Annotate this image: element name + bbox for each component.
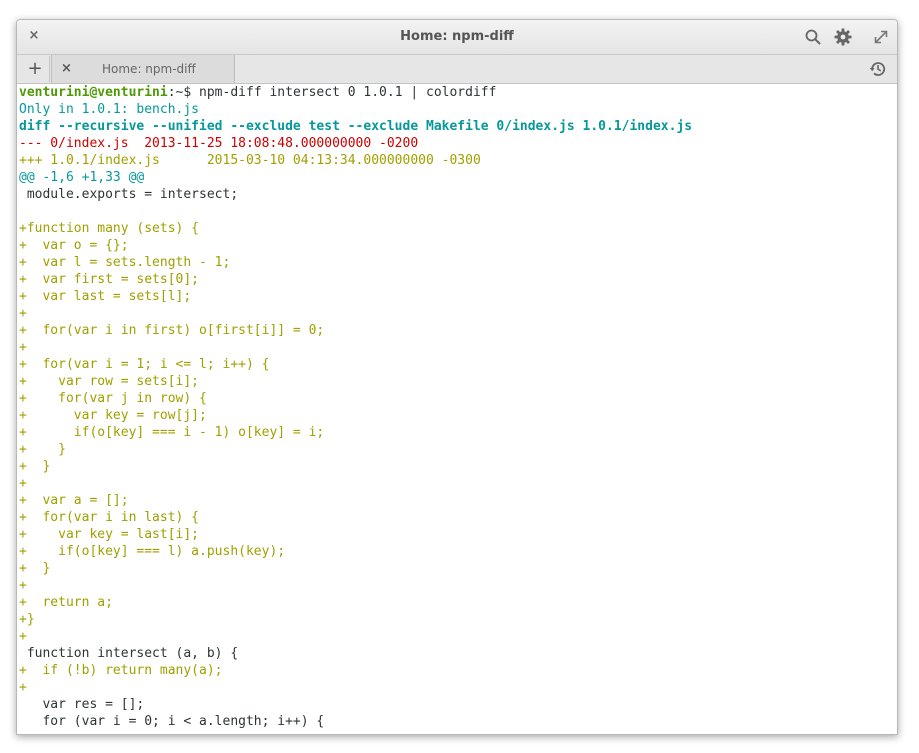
plus-icon: + xyxy=(27,58,43,79)
terminal-line: + if(o[key] === i - 1) o[key] = i; xyxy=(19,425,325,440)
terminal-line: + var row = sets[i]; xyxy=(19,374,200,389)
terminal-line: + for(var j in row) { xyxy=(19,391,207,406)
terminal-line: + var key = last[i]; xyxy=(19,527,200,542)
terminal-line: + xyxy=(19,340,27,355)
terminal-line: module.exports = intersect; xyxy=(19,187,239,202)
terminal-line: + return a; xyxy=(19,595,113,610)
terminal-line: @@ -1,6 +1,33 @@ xyxy=(19,170,145,185)
command-text: npm-diff intersect 0 1.0.1 | colordiff xyxy=(199,85,497,100)
tab-close-icon[interactable]: × xyxy=(61,61,72,76)
maximize-icon[interactable] xyxy=(872,28,890,46)
terminal-line: function intersect (a, b) { xyxy=(19,646,239,661)
terminal-line: diff --recursive --unified --exclude tes… xyxy=(19,119,693,134)
title-bar: × Home: npm-diff xyxy=(17,20,897,55)
terminal-window: × Home: npm-diff + × Home: npm-diff vent… xyxy=(16,19,898,735)
tab-bar: + × Home: npm-diff xyxy=(17,55,897,84)
terminal-line: + } xyxy=(19,442,66,457)
window-title: Home: npm-diff xyxy=(400,29,514,44)
gear-icon[interactable] xyxy=(834,28,852,46)
terminal-line: + for(var i in last) { xyxy=(19,510,200,525)
terminal-line: var res = []; xyxy=(19,697,145,712)
terminal-line: + var key = row[j]; xyxy=(19,408,207,423)
terminal-line: +function many (sets) { xyxy=(19,221,200,236)
terminal-line: + for(var i in first) o[first[i]] = 0; xyxy=(19,323,325,338)
terminal-line: + xyxy=(19,680,27,695)
terminal-line: --- 0/index.js 2013-11-25 18:08:48.00000… xyxy=(19,136,419,151)
terminal-line: +} xyxy=(19,612,35,627)
terminal-line: + } xyxy=(19,561,51,576)
prompt-path: :~$ xyxy=(167,85,200,100)
search-icon[interactable] xyxy=(804,28,822,46)
terminal-line: + var last = sets[l]; xyxy=(19,289,192,304)
terminal-line: + xyxy=(19,306,27,321)
terminal-line: + var o = {}; xyxy=(19,238,129,253)
terminal-output[interactable]: venturini@venturini:~$ npm-diff intersec… xyxy=(19,84,895,734)
terminal-line: for (var i = 0; i < a.length; i++) { xyxy=(19,714,325,729)
terminal-line: +++ 1.0.1/index.js 2015-03-10 04:13:34.0… xyxy=(19,153,481,168)
terminal-line: + var first = sets[0]; xyxy=(19,272,200,287)
tab-home-npm-diff[interactable]: × Home: npm-diff xyxy=(51,55,235,83)
new-tab-button[interactable]: + xyxy=(21,56,50,82)
terminal-line: + xyxy=(19,476,27,491)
terminal-line: + if (!b) return many(a); xyxy=(19,663,223,678)
prompt-user: venturini@venturini xyxy=(19,85,168,100)
prompt-line: venturini@venturini:~$ npm-diff intersec… xyxy=(19,84,895,101)
terminal-line: + xyxy=(19,629,27,644)
terminal-line: + var a = []; xyxy=(19,493,129,508)
terminal-line: + xyxy=(19,578,27,593)
terminal-line: + if(o[key] === l) a.push(key); xyxy=(19,544,286,559)
terminal-line: + for(var i = 1; i <= l; i++) { xyxy=(19,357,270,372)
tab-label: Home: npm-diff xyxy=(102,62,196,76)
terminal-line: Only in 1.0.1: bench.js xyxy=(19,102,200,117)
history-icon[interactable] xyxy=(869,60,887,78)
terminal-line: + var l = sets.length - 1; xyxy=(19,255,231,270)
terminal-line: + } xyxy=(19,459,51,474)
